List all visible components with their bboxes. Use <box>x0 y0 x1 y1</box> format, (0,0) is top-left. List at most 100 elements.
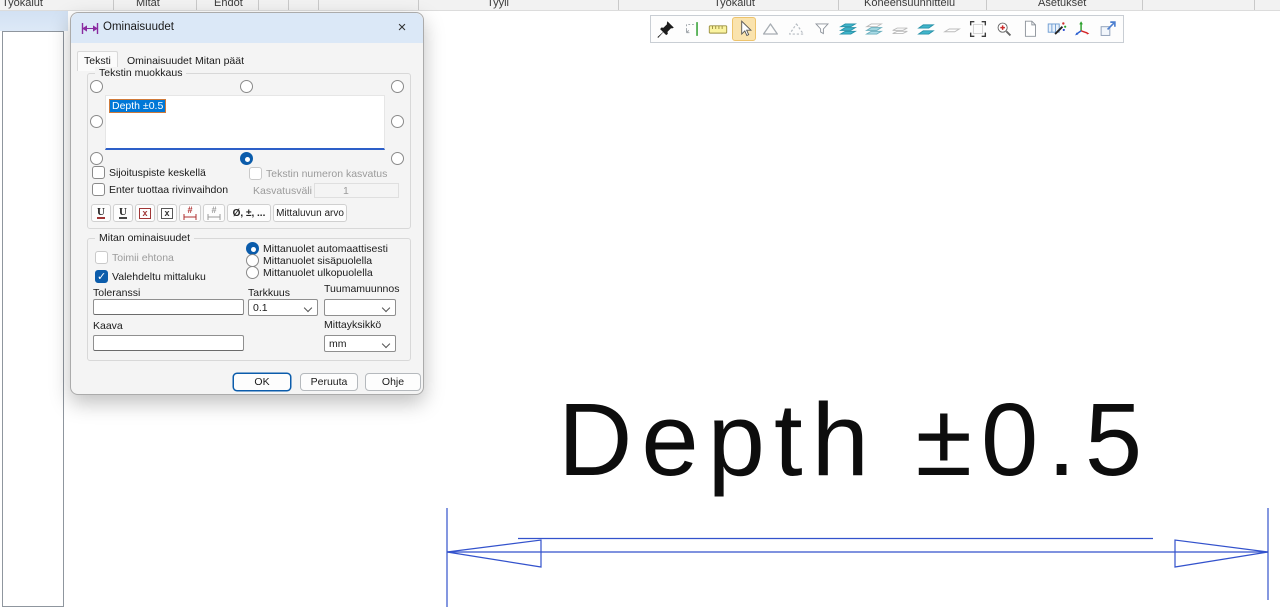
checkbox-fake-dim-value[interactable]: ✓ <box>95 270 108 283</box>
dim-number-red-button[interactable]: # <box>179 204 201 222</box>
dim-glyph-gray <box>207 214 221 220</box>
cancel-button[interactable]: Peruuta <box>300 373 358 391</box>
ok-button[interactable]: OK <box>233 373 291 391</box>
checkbox-fake-dim-value-label: Valehdeltu mittaluku <box>112 271 206 283</box>
plane-gray-icon[interactable] <box>940 17 964 41</box>
checkbox-enter-newline-label: Enter tuottaa rivinvaihdon <box>109 184 228 196</box>
inch-conversion-combo[interactable] <box>324 299 396 316</box>
menu-tyokalut-right[interactable]: Työkalut <box>714 0 755 10</box>
dimension-icon <box>81 22 99 35</box>
menu-separator <box>838 0 839 11</box>
menu-tyyli[interactable]: Tyyli <box>487 0 509 10</box>
dimension-text-editor[interactable]: Depth ±0.5 <box>105 95 385 150</box>
menu-asetukset[interactable]: Asetukset <box>1038 0 1086 10</box>
layers-flat-gray-icon[interactable] <box>888 17 912 41</box>
arrowhead-left <box>447 540 541 567</box>
arrowhead-right <box>1175 540 1268 567</box>
checkbox-placement-center-label: Sijoituspiste keskellä <box>109 167 206 179</box>
side-panel[interactable] <box>2 31 64 607</box>
radio-arrows-inside-label: Mittanuolet sisäpuolella <box>263 255 372 267</box>
anchor-radio-middle-left[interactable] <box>90 115 103 128</box>
formula-field[interactable] <box>93 335 244 351</box>
boxed-text-black-button[interactable]: x <box>157 204 177 222</box>
share-icon[interactable] <box>1096 17 1120 41</box>
unit-combo[interactable]: mm <box>324 335 396 352</box>
axes-icon[interactable] <box>1070 17 1094 41</box>
chevron-down-icon <box>382 340 390 348</box>
layers-stack-light-icon[interactable] <box>862 17 886 41</box>
app-window: Työkalut Mitat Ehdot Tyyli Työkalut Kone… <box>0 0 1280 607</box>
menu-bar: Työkalut Mitat Ehdot Tyyli Työkalut Kone… <box>0 0 1280 11</box>
zoom-in-icon[interactable] <box>992 17 1016 41</box>
chevron-down-icon <box>382 304 390 312</box>
dim-number-gray-button[interactable]: # <box>203 204 225 222</box>
checkbox-enter-newline[interactable] <box>92 183 105 196</box>
menu-ehdot[interactable]: Ehdot <box>214 0 243 10</box>
anchor-radio-top-center[interactable] <box>240 80 253 93</box>
dashed-triangle-icon[interactable] <box>784 17 808 41</box>
icon-toolbar <box>650 15 1124 43</box>
anchor-radio-bottom-right[interactable] <box>391 152 404 165</box>
tolerance-label: Toleranssi <box>93 287 140 299</box>
checkbox-acts-as-condition[interactable] <box>95 251 108 264</box>
filter-icon[interactable] <box>810 17 834 41</box>
dim-value-button[interactable]: Mittaluvun arvo <box>273 204 347 222</box>
underline-black-button[interactable]: U <box>113 204 133 222</box>
menu-separator <box>986 0 987 11</box>
growth-interval-label: Kasvatusväli <box>253 185 312 197</box>
special-symbols-button[interactable]: Ø, ±, ... <box>227 204 271 222</box>
layers-stack-icon[interactable] <box>836 17 860 41</box>
anchor-radio-middle-right[interactable] <box>391 115 404 128</box>
unit-label: Mittayksikkö <box>324 319 381 331</box>
menu-koneensuunnittelu[interactable]: Koneensuunnittelu <box>864 0 955 10</box>
anchor-radio-bottom-center[interactable] <box>240 152 253 165</box>
checkbox-number-growth-label: Tekstin numeron kasvatus <box>266 168 387 180</box>
inch-conversion-label: Tuumamuunnos <box>324 283 399 295</box>
precision-combo[interactable]: 0.1 <box>248 299 318 316</box>
document-icon[interactable] <box>1018 17 1042 41</box>
toolbar-band <box>0 11 68 31</box>
underline-red-button[interactable]: U <box>91 204 111 222</box>
precision-label: Tarkkuus <box>248 287 290 299</box>
dialog-titlebar[interactable]: Ominaisuudet × <box>71 13 423 43</box>
menu-separator <box>196 0 197 11</box>
text-edit-group-label: Tekstin muokkaus <box>95 67 186 79</box>
menu-tyokalut-left[interactable]: Työkalut <box>2 0 43 10</box>
menu-separator <box>258 0 259 11</box>
zoom-area-icon[interactable] <box>966 17 990 41</box>
menu-separator <box>1254 0 1255 11</box>
planes-teal-icon[interactable] <box>914 17 938 41</box>
radio-arrows-outside[interactable] <box>246 266 259 279</box>
checkbox-acts-as-condition-label: Toimii ehtona <box>112 252 174 264</box>
boxed-text-red-button[interactable]: x <box>135 204 155 222</box>
triangle-icon[interactable] <box>758 17 782 41</box>
chevron-down-icon <box>304 304 312 312</box>
select-cursor-icon[interactable] <box>732 17 756 41</box>
properties-dialog: Ominaisuudet × Teksti Ominaisuudet Mitan… <box>70 12 424 395</box>
menu-separator <box>618 0 619 11</box>
checkbox-placement-center[interactable] <box>92 166 105 179</box>
anchor-radio-top-left[interactable] <box>90 80 103 93</box>
menu-separator <box>318 0 319 11</box>
table-wand-icon[interactable] <box>1044 17 1068 41</box>
formula-label: Kaava <box>93 320 123 332</box>
radio-arrows-outside-label: Mittanuolet ulkopuolella <box>263 267 373 279</box>
pin-icon[interactable] <box>654 17 678 41</box>
ruler-icon[interactable] <box>706 17 730 41</box>
dim-glyph-red <box>183 214 197 220</box>
anchor-radio-bottom-left[interactable] <box>90 152 103 165</box>
checkbox-number-growth[interactable] <box>249 167 262 180</box>
menu-separator <box>418 0 419 11</box>
growth-interval-field[interactable] <box>314 183 399 198</box>
close-icon[interactable]: × <box>391 17 413 39</box>
menu-separator <box>288 0 289 11</box>
help-button[interactable]: Ohje <box>365 373 421 391</box>
fit-selection-icon[interactable] <box>680 17 704 41</box>
menu-separator <box>113 0 114 11</box>
anchor-radio-top-right[interactable] <box>391 80 404 93</box>
tolerance-field[interactable] <box>93 299 244 315</box>
menu-separator <box>1142 0 1143 11</box>
tab-mitan-paat[interactable]: Mitan päät <box>189 53 250 70</box>
dim-props-group-label: Mitan ominaisuudet <box>95 232 194 244</box>
menu-mitat[interactable]: Mitat <box>136 0 160 10</box>
